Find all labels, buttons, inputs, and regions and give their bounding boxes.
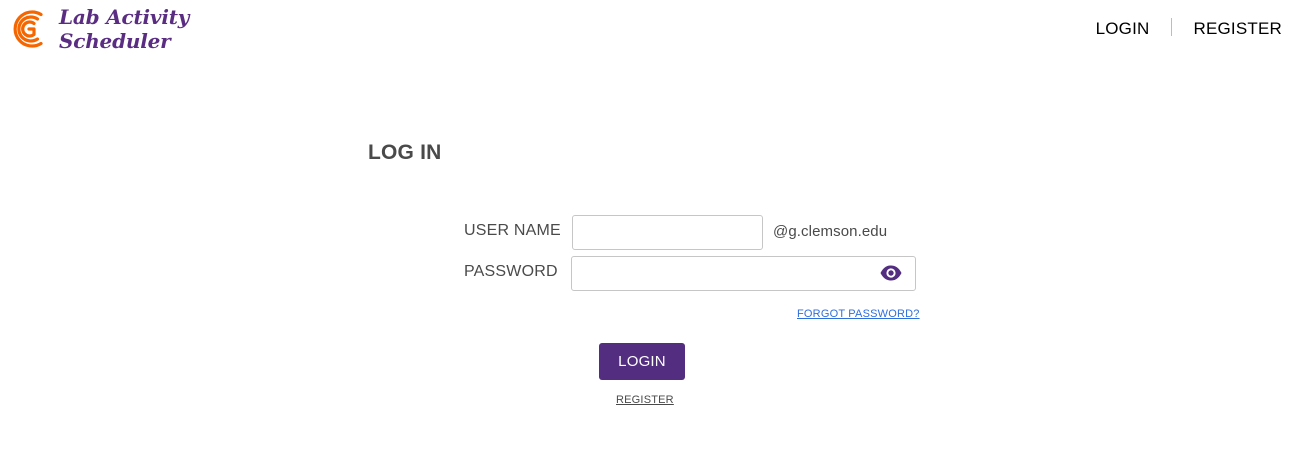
nav-divider [1171, 18, 1173, 36]
nav-register-link[interactable]: REGISTER [1193, 19, 1282, 39]
password-label: PASSWORD [464, 263, 558, 280]
nav-login-link[interactable]: LOGIN [1096, 19, 1150, 39]
username-label: USER NAME [464, 222, 561, 239]
forgot-password-link[interactable]: FORGOT PASSWORD? [797, 308, 920, 320]
app-title: Lab Activity Scheduler [59, 5, 189, 53]
app-title-line2: Scheduler [59, 29, 171, 53]
register-link[interactable]: REGISTER [616, 394, 674, 406]
app-title-line1: Lab Activity [59, 5, 190, 29]
username-input[interactable] [572, 215, 763, 250]
clemson-c-logo-icon [13, 10, 43, 48]
login-button[interactable]: LOGIN [599, 343, 685, 380]
app-logo-link[interactable]: Lab Activity Scheduler [8, 5, 189, 53]
top-nav: LOGIN REGISTER [1096, 18, 1282, 40]
eye-icon[interactable] [879, 264, 903, 282]
login-page: Lab Activity Scheduler LOGIN REGISTER LO… [0, 0, 1304, 453]
page-title: LOG IN [368, 141, 442, 164]
email-domain-suffix: @g.clemson.edu [773, 223, 888, 240]
password-input[interactable] [571, 256, 916, 291]
